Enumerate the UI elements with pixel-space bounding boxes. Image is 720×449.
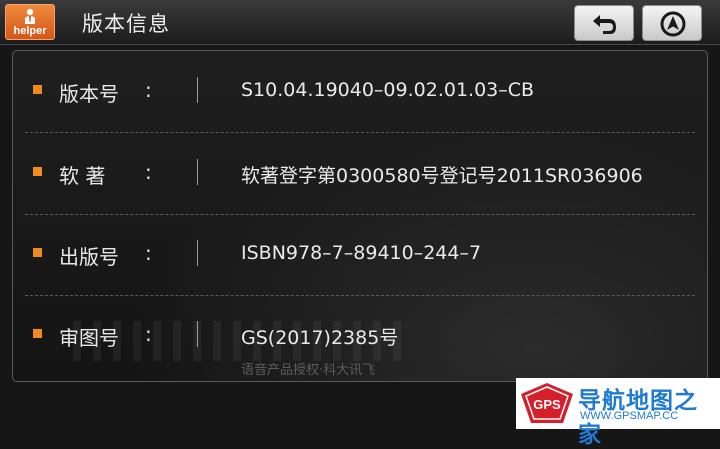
- version-label: 版本号: [59, 82, 119, 106]
- person-icon: [25, 8, 35, 24]
- helper-label: helper: [13, 25, 47, 37]
- divider: [197, 159, 198, 185]
- divider: [197, 77, 198, 103]
- colon: :: [145, 322, 152, 346]
- back-button[interactable]: [574, 5, 634, 41]
- navigate-button[interactable]: [642, 5, 702, 41]
- title-bar: helper 版本信息: [0, 0, 720, 45]
- copyright-label: 软 著: [59, 164, 106, 188]
- colon: :: [145, 78, 152, 102]
- gps-badge-text: GPS: [533, 397, 561, 412]
- divider: [197, 240, 198, 266]
- page-title: 版本信息: [82, 12, 170, 36]
- helper-app-icon[interactable]: helper: [5, 4, 55, 40]
- map-approval-label: 审图号: [59, 326, 119, 350]
- bullet-icon: [33, 329, 42, 338]
- row-separator: [25, 214, 695, 215]
- gpsmap-watermark-logo: GPS 导航地图之家 WWW.GPSMAP.CC: [516, 378, 720, 448]
- isbn-value: ISBN978–7–89410–244–7: [241, 242, 482, 264]
- copyright-value: 软著登字第0300580号登记号2011SR036906: [241, 165, 643, 187]
- bullet-icon: [33, 85, 42, 94]
- site-url: WWW.GPSMAP.CC: [580, 410, 679, 422]
- row-separator: [25, 295, 695, 296]
- voice-license-note: 语音产品授权·科大讯飞: [241, 363, 376, 378]
- version-value: S10.04.19040–09.02.01.03–CB: [241, 79, 535, 101]
- bullet-icon: [33, 167, 42, 176]
- map-approval-value: GS(2017)2385号: [241, 327, 399, 349]
- bullet-icon: [33, 248, 42, 257]
- publication-label: 出版号: [59, 245, 119, 269]
- navigation-arrow-icon: [660, 11, 686, 37]
- colon: :: [145, 241, 152, 265]
- back-icon: [593, 15, 616, 34]
- colon: :: [145, 160, 152, 184]
- gps-badge-icon: GPS: [521, 383, 573, 423]
- divider: [197, 321, 198, 347]
- row-separator: [25, 132, 695, 133]
- version-info-panel: 版本号 : S10.04.19040–09.02.01.03–CB 软 著 : …: [12, 50, 708, 382]
